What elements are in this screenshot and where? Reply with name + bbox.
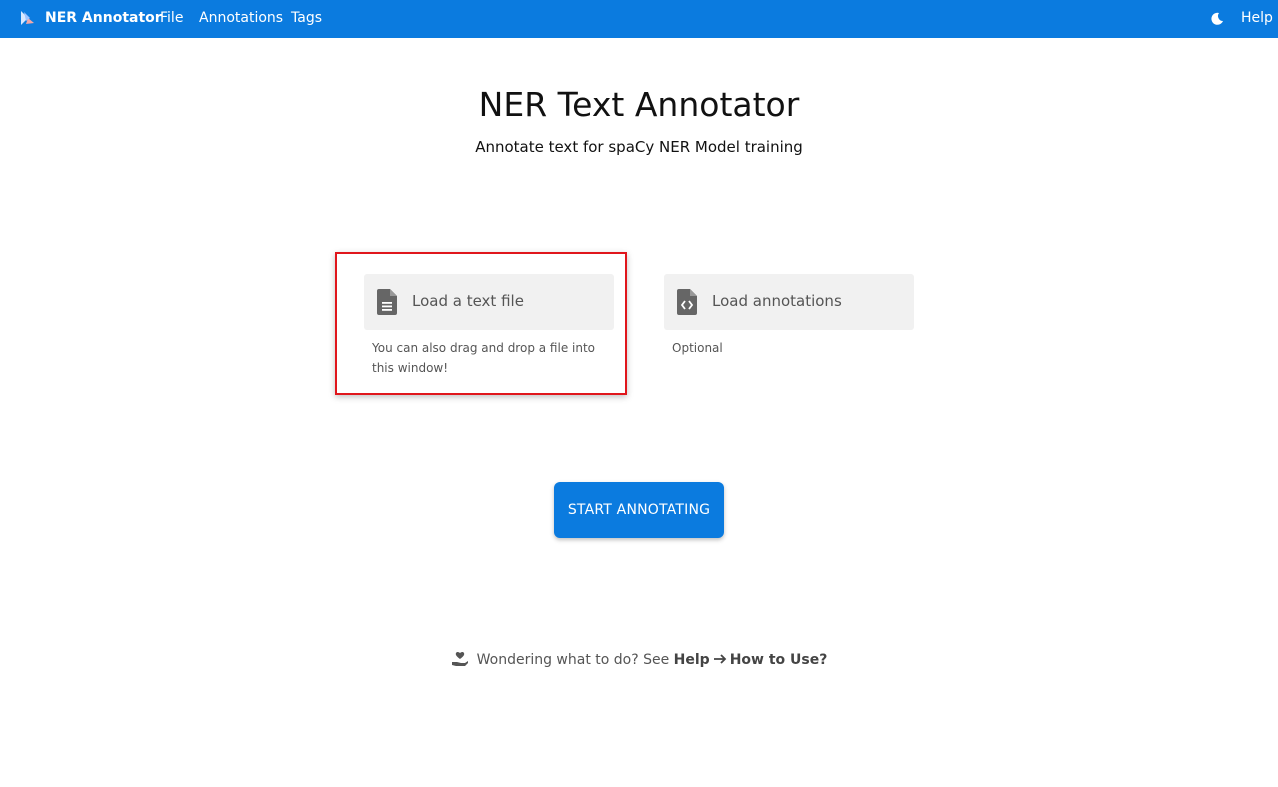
load-text-hint-line2: this window! <box>372 361 449 375</box>
brand[interactable]: NER Annotator <box>18 9 162 27</box>
load-annotations-label: Load annotations <box>712 292 842 310</box>
brand-name: NER Annotator <box>45 10 162 26</box>
footer-text: Wondering what to do? See <box>476 652 670 668</box>
file-text-icon <box>377 289 397 315</box>
load-text-file-button[interactable]: Load a text file <box>364 274 614 330</box>
load-annotations-button[interactable]: Load annotations <box>664 274 914 330</box>
load-text-hint: You can also drag and drop a file into t… <box>372 338 595 378</box>
menu-file[interactable]: File <box>160 10 183 26</box>
file-code-icon <box>677 289 697 315</box>
arrow-right-icon <box>713 654 726 664</box>
load-text-file-label: Load a text file <box>412 292 524 310</box>
footer-hint: Wondering what to do? See Help How to Us… <box>0 651 1278 668</box>
hand-heart-icon <box>451 651 468 666</box>
footer-help-link[interactable]: Help <box>674 652 710 668</box>
page-subtitle: Annotate text for spaCy NER Model traini… <box>475 138 803 156</box>
load-text-hint-line1: You can also drag and drop a file into <box>372 341 595 355</box>
moon-icon[interactable] <box>1210 12 1224 26</box>
help-link[interactable]: Help <box>1241 10 1273 26</box>
footer-how-to-link[interactable]: How to Use? <box>730 652 828 668</box>
app-logo-icon <box>21 11 34 25</box>
load-annotations-hint: Optional <box>672 341 723 355</box>
menu-annotations[interactable]: Annotations <box>199 10 283 26</box>
menu-tags[interactable]: Tags <box>291 10 322 26</box>
page-title: NER Text Annotator <box>478 85 800 124</box>
top-navbar: NER Annotator File Annotations Tags Help <box>0 0 1278 38</box>
start-annotating-button[interactable]: START ANNOTATING <box>554 482 724 538</box>
